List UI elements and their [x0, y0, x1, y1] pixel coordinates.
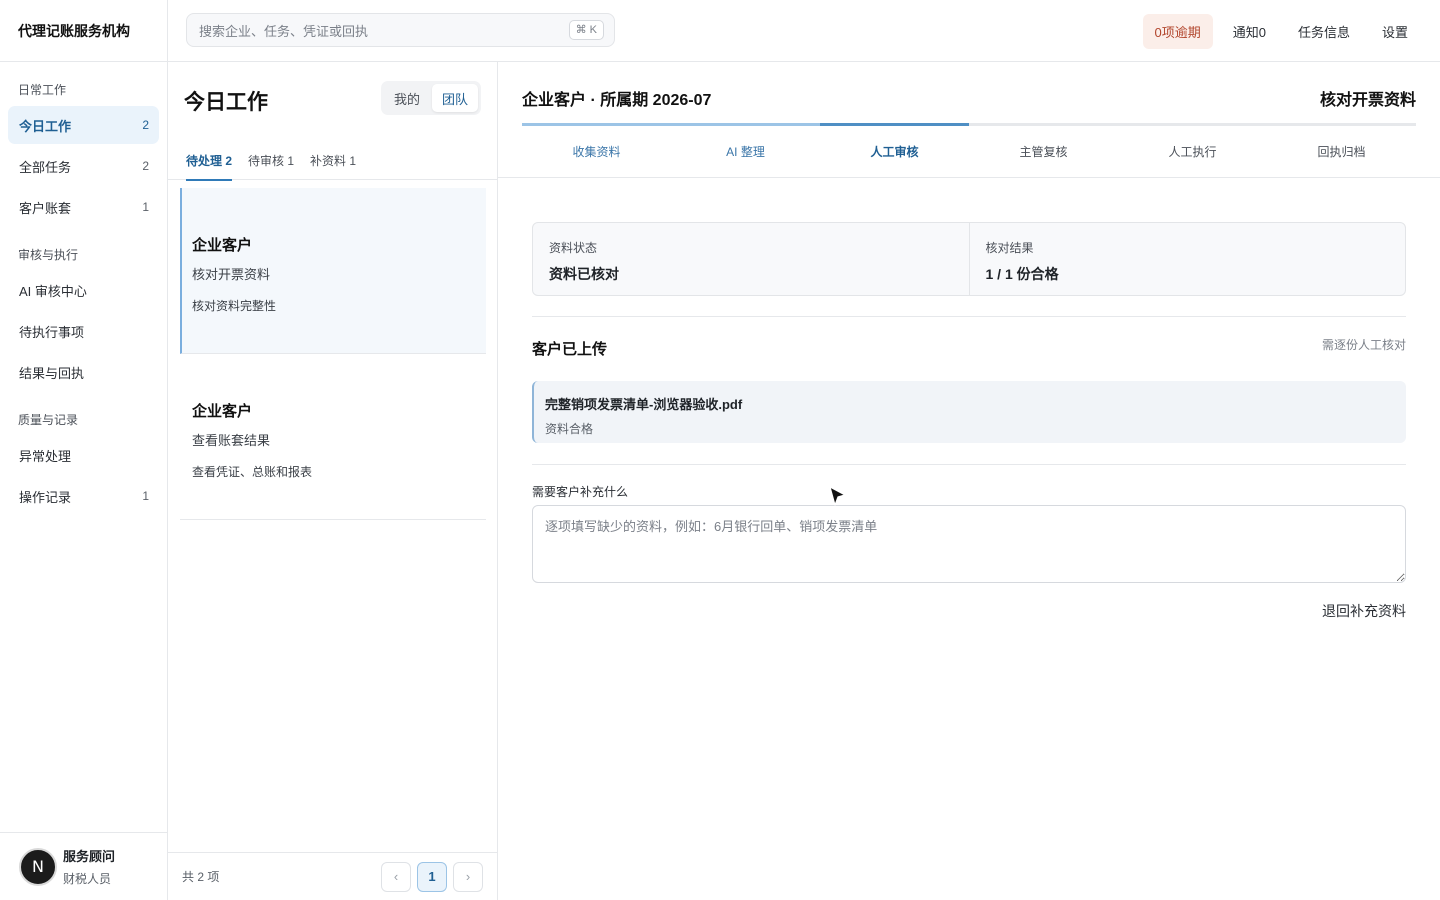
return-for-supplement-button[interactable]: 退回补充资料	[1322, 601, 1406, 621]
file-name[interactable]: 完整销项发票清单-浏览器验收.pdf	[545, 394, 1395, 413]
sidebar-item-label: 结果与回执	[19, 365, 85, 381]
next-page-button[interactable]: ›	[453, 861, 483, 892]
task-list-item[interactable]: 企业客户 查看账套结果 查看凭证、总账和报表	[180, 354, 486, 520]
sidebar-item-count: 1	[142, 200, 149, 214]
sidebar-item-results[interactable]: 结果与回执	[8, 353, 159, 391]
global-search[interactable]: 搜索企业、任务、凭证或回执 ⌘ K	[186, 13, 615, 47]
pagination: ‹ 1 ›	[381, 861, 483, 892]
sidebar-section-daily: 日常工作	[18, 82, 67, 97]
avatar[interactable]: N	[19, 847, 57, 886]
sidebar-item-label: 全部任务	[19, 159, 72, 175]
scope-team-button[interactable]: 团队	[432, 84, 478, 112]
step-collect[interactable]: 收集资料	[522, 126, 671, 176]
sidebar-item-client-books[interactable]: 客户账套 1	[8, 188, 159, 226]
sidebar-item-label: 今日工作	[19, 118, 72, 134]
search-input[interactable]: 搜索企业、任务、凭证或回执	[199, 21, 569, 40]
notifications-button[interactable]: 通知0	[1221, 14, 1278, 49]
scope-mine-button[interactable]: 我的	[384, 84, 430, 112]
check-result: 核对结果 1 / 1 份合格	[968, 223, 1406, 295]
sidebar-section-quality: 质量与记录	[18, 412, 79, 427]
file-status: 资料合格	[545, 422, 594, 436]
task-detail-panel: 企业客户 · 所属期 2026-07 核对开票资料 收集资料 AI 整理 人工审…	[498, 62, 1440, 900]
supplement-label: 需要客户补充什么	[532, 485, 629, 499]
material-status: 资料状态 资料已核对	[533, 223, 969, 295]
sidebar-section-review: 审核与执行	[18, 247, 79, 262]
mouse-cursor-icon	[829, 486, 846, 506]
workflow-steps: 收集资料 AI 整理 人工审核 主管复核 人工执行 回执归档	[522, 126, 1416, 176]
task-status-tabs: 待处理 2 待审核 1 补资料 1	[168, 140, 497, 181]
page-1-button[interactable]: 1	[417, 861, 447, 892]
shortcut-hint: ⌘ K	[568, 20, 604, 40]
sidebar-item-label: 待执行事项	[19, 324, 85, 340]
task-list-item[interactable]: 企业客户 核对开票资料 核对资料完整性	[180, 188, 486, 354]
task-name: 查看账套结果	[192, 433, 271, 448]
sidebar-item-operation-log[interactable]: 操作记录 1	[8, 477, 159, 515]
sidebar-item-label: AI 审核中心	[19, 283, 87, 299]
user-name: 服务顾问	[63, 849, 116, 864]
prev-page-button[interactable]: ‹	[381, 861, 411, 892]
sidebar: 日常工作 今日工作 2 全部任务 2 客户账套 1 审核与执行 AI 审核中心 …	[0, 62, 168, 900]
sidebar-item-label: 操作记录	[19, 489, 72, 505]
overdue-button[interactable]: 0项逾期	[1142, 13, 1213, 49]
task-description: 查看凭证、总账和报表	[192, 465, 313, 479]
step-archive[interactable]: 回执归档	[1267, 126, 1416, 176]
check-result-value: 1 / 1 份合格	[985, 266, 1059, 282]
page-title: 今日工作	[184, 91, 268, 114]
sidebar-item-all-tasks[interactable]: 全部任务 2	[8, 147, 159, 185]
total-count: 共 2 项	[182, 870, 220, 884]
step-ai-organize[interactable]: AI 整理	[671, 126, 820, 176]
check-result-label: 核对结果	[985, 241, 1034, 255]
sidebar-item-pending-exec[interactable]: 待执行事项	[8, 312, 159, 350]
step-manual-review[interactable]: 人工审核	[820, 126, 969, 176]
divider	[498, 177, 1440, 178]
sidebar-item-exceptions[interactable]: 异常处理	[8, 436, 159, 474]
tab-supplement[interactable]: 补资料 1	[310, 140, 356, 180]
user-profile[interactable]: N 服务顾问 财税人员	[0, 832, 168, 900]
sidebar-item-count: 2	[142, 118, 149, 132]
sidebar-item-count: 2	[142, 159, 149, 173]
status-summary: 资料状态 资料已核对 核对结果 1 / 1 份合格	[532, 222, 1406, 296]
task-description: 核对资料完整性	[192, 299, 277, 313]
settings-button[interactable]: 设置	[1370, 14, 1420, 49]
scope-toggle: 我的 团队	[381, 81, 481, 115]
divider	[532, 464, 1406, 465]
task-name: 核对开票资料	[192, 267, 271, 282]
task-list-panel: 今日工作 我的 团队 待处理 2 待审核 1 补资料 1 企业客户 核对开票资料…	[168, 62, 498, 900]
app-title: 代理记账服务机构	[0, 0, 168, 62]
uploaded-section-title: 客户已上传	[532, 341, 608, 358]
top-bar: 代理记账服务机构 搜索企业、任务、凭证或回执 ⌘ K 0项逾期 通知0 任务信息…	[0, 0, 1440, 62]
task-company: 企业客户	[192, 237, 253, 254]
user-role: 财税人员	[63, 872, 112, 886]
step-manual-exec[interactable]: 人工执行	[1118, 126, 1267, 176]
top-actions: 0项逾期 通知0 任务信息 设置	[1142, 13, 1421, 49]
material-status-value: 资料已核对	[549, 266, 619, 282]
material-status-label: 资料状态	[549, 241, 598, 255]
tab-to-review[interactable]: 待审核 1	[248, 140, 294, 180]
tab-pending[interactable]: 待处理 2	[186, 140, 233, 181]
uploaded-file[interactable]: 完整销项发票清单-浏览器验收.pdf 资料合格	[532, 381, 1406, 443]
sidebar-item-ai-review[interactable]: AI 审核中心	[8, 271, 159, 309]
list-footer: 共 2 项 ‹ 1 ›	[168, 852, 497, 900]
step-supervisor-review[interactable]: 主管复核	[969, 126, 1118, 176]
sidebar-item-today[interactable]: 今日工作 2	[8, 106, 159, 144]
uploaded-section-note: 需逐份人工核对	[1321, 338, 1406, 352]
detail-title: 企业客户 · 所属期 2026-07	[522, 92, 712, 109]
task-info-button[interactable]: 任务信息	[1286, 14, 1362, 49]
divider	[532, 316, 1406, 317]
sidebar-item-label: 客户账套	[19, 200, 72, 216]
supplement-input[interactable]	[532, 505, 1406, 583]
sidebar-item-label: 异常处理	[19, 448, 72, 464]
task-company: 企业客户	[192, 403, 253, 420]
detail-step-title: 核对开票资料	[1319, 92, 1416, 109]
sidebar-item-count: 1	[142, 489, 149, 503]
